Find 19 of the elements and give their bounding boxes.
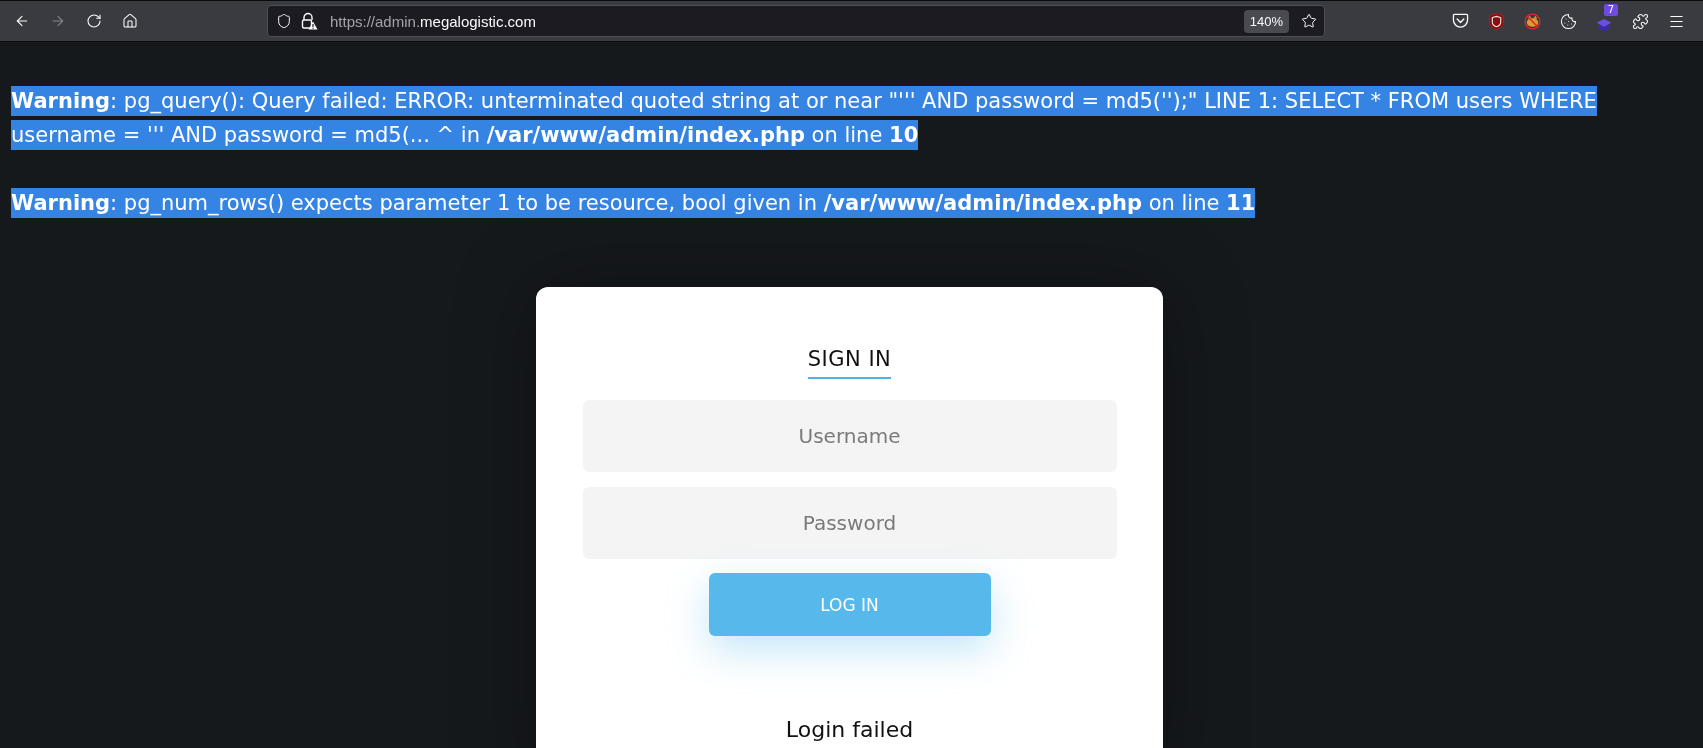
login-failed-message: Login failed [785,716,914,744]
password-field[interactable]: Password [582,487,1117,559]
username-field[interactable]: Username [582,400,1117,472]
extension-badge: 7 [1603,4,1618,16]
back-icon[interactable] [14,13,30,29]
url-text[interactable]: https://admin.megalogistic.com [330,12,536,30]
cookie-icon[interactable] [1559,12,1577,30]
puzzle-icon[interactable] [1631,12,1649,30]
shield-icon[interactable] [276,13,292,29]
sign-in-heading: SIGN IN [807,346,892,379]
reload-icon[interactable] [86,13,102,29]
home-icon[interactable] [122,13,138,29]
shield-logo-icon[interactable] [1488,12,1504,30]
pocket-icon[interactable] [1451,13,1469,29]
lock-warning-icon[interactable] [300,12,318,30]
prohibited-animal-icon[interactable] [1523,12,1541,30]
address-bar[interactable]: https://admin.megalogistic.com 140% [267,5,1325,37]
bookmark-star-icon[interactable] [1301,13,1317,29]
zoom-level-button[interactable]: 140% [1243,9,1289,33]
